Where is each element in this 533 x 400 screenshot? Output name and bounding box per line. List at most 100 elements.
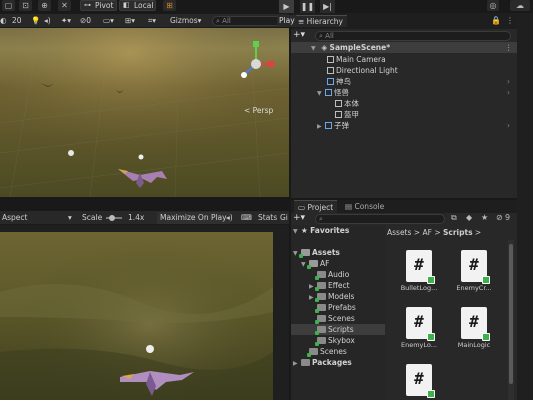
scale-slider-handle[interactable]: [109, 215, 115, 221]
create-asset-button[interactable]: +▾: [293, 213, 305, 223]
hand-tool-icon[interactable]: ▢: [2, 0, 15, 11]
effects-dropdown-icon[interactable]: ✦▾: [61, 15, 71, 27]
game-gizmos-toggle[interactable]: Gi: [280, 212, 288, 224]
folder-item[interactable]: Audio: [315, 269, 349, 280]
script-asset[interactable]: # MainLogic: [452, 307, 496, 349]
main-toolbar: ▢ ⊡ ⊕ ✕ ⊶ Pivot ◧ Local ⊞ ▶ ❚❚ ▶| ◎ ☁: [0, 0, 533, 13]
custom-tool-icon[interactable]: ✕: [58, 0, 71, 11]
keyboard-icon[interactable]: ⌨: [241, 212, 252, 224]
scale-label: Scale: [82, 213, 103, 222]
tab-project[interactable]: ▭ Project: [294, 200, 338, 213]
script-asset[interactable]: # EnemyCr...: [452, 250, 496, 292]
pause-button[interactable]: ❚❚: [300, 0, 315, 13]
step-button[interactable]: ▶|: [320, 0, 335, 13]
star-icon: ★: [301, 226, 311, 235]
hierarchy-item[interactable]: ▶ 子弹 ›: [291, 120, 517, 131]
pivot-toggle[interactable]: ⊶ Pivot: [80, 0, 117, 11]
scale-value: 1.4x: [128, 213, 145, 222]
local-toggle[interactable]: ◧ Local: [119, 0, 156, 11]
chevron-right-icon[interactable]: ›: [507, 87, 510, 98]
favorite-star-icon[interactable]: ★: [481, 213, 488, 222]
lock-icon[interactable]: 🔒: [491, 16, 501, 25]
breadcrumb-current[interactable]: Scripts: [443, 228, 473, 237]
gizmos-dropdown[interactable]: Gizmos▾: [170, 15, 201, 27]
maximize-on-play-toggle[interactable]: Maximize On Play: [157, 212, 230, 224]
camera-settings-icon[interactable]: ▭▾: [103, 15, 114, 27]
hierarchy-item[interactable]: 神鸟 ›: [291, 76, 517, 87]
tab-console[interactable]: ▤ Console: [341, 200, 389, 213]
grid-snap-icon[interactable]: ⊞: [163, 0, 176, 11]
breadcrumb-item[interactable]: AF: [422, 228, 431, 237]
chevron-right-icon[interactable]: ›: [507, 120, 510, 131]
folder-item[interactable]: ▼ Assets: [293, 247, 340, 258]
persp-label[interactable]: < Persp: [244, 106, 273, 115]
play-tab-label[interactable]: Play: [277, 15, 297, 27]
game-viewport[interactable]: [0, 232, 273, 400]
filter-label-icon[interactable]: ◆: [466, 213, 472, 222]
hierarchy-item[interactable]: 本体: [291, 98, 359, 109]
folder-item[interactable]: ▶ Effect: [309, 280, 350, 291]
scene-camera-speed[interactable]: 20: [12, 15, 26, 27]
csharp-script-icon: #: [461, 250, 490, 284]
project-search-input[interactable]: ⌕: [315, 214, 445, 224]
panel-menu-icon[interactable]: ⋮: [506, 16, 514, 25]
stats-toggle[interactable]: Stats: [258, 212, 277, 224]
hierarchy-item[interactable]: Directional Light: [291, 65, 398, 76]
folder-item[interactable]: ▶ Models: [309, 291, 354, 302]
folder-item[interactable]: Prefabs: [315, 302, 356, 313]
tab-hierarchy[interactable]: ≡ Hierarchy: [296, 15, 347, 27]
breadcrumb-item[interactable]: Assets: [387, 228, 411, 237]
game-toolbar: Aspect ▾ Scale 1.4x Maximize On Play ◂) …: [0, 211, 289, 225]
hidden-packages-icon[interactable]: ⊘: [496, 213, 503, 222]
prefab-icon: [325, 89, 332, 96]
aspect-dropdown[interactable]: Aspect: [2, 212, 27, 224]
scrollbar-thumb[interactable]: [509, 244, 513, 384]
collab-icon[interactable]: ◎: [487, 0, 499, 11]
transform-tool-icon[interactable]: ⊕: [38, 0, 51, 11]
mute-audio-icon[interactable]: ◂): [226, 212, 233, 224]
hierarchy-item[interactable]: 盔甲: [291, 109, 359, 120]
view-options-icon[interactable]: ⌗▾: [148, 15, 156, 27]
prefab-icon: [325, 122, 332, 129]
create-button[interactable]: +▾: [293, 30, 305, 40]
script-asset[interactable]: # EnemyLo...: [397, 307, 441, 349]
hierarchy-search-input[interactable]: ⌕ All: [315, 31, 511, 41]
csharp-script-icon: #: [461, 307, 490, 341]
hierarchy-item-scene[interactable]: ▼ ◈ SampleScene* ⋮: [291, 42, 517, 53]
hierarchy-item[interactable]: Main Camera: [291, 54, 386, 65]
folder-icon: [315, 304, 326, 313]
search-icon: ⌕: [319, 32, 323, 40]
script-asset[interactable]: #: [397, 364, 441, 398]
prefab-icon: [327, 78, 334, 85]
favorites-section[interactable]: ▼ ★ Favorites: [293, 225, 349, 236]
folder-item[interactable]: Scenes: [315, 313, 355, 324]
play-button[interactable]: ▶: [279, 0, 294, 13]
grid-dropdown-icon[interactable]: ⊞▾: [125, 15, 135, 27]
folder-item[interactable]: ▼ AF: [301, 258, 329, 269]
collapse-arrow-icon[interactable]: ▶: [317, 121, 325, 132]
scene-menu-icon[interactable]: ⋮: [505, 42, 513, 53]
lighting-toggle-icon[interactable]: 💡: [31, 15, 40, 27]
csharp-script-icon: #: [406, 364, 435, 398]
hierarchy-item[interactable]: ▼ 怪兽 ›: [291, 87, 517, 98]
chevron-right-icon[interactable]: ›: [507, 76, 510, 87]
filter-type-icon[interactable]: ⧉: [451, 213, 457, 223]
cloud-icon[interactable]: ☁: [510, 0, 530, 11]
shading-mode-icon[interactable]: ◐: [0, 15, 9, 27]
folder-item[interactable]: ▶ Packages: [293, 357, 352, 368]
scene-viewport[interactable]: < Persp: [0, 28, 289, 197]
unity-editor: ▢ ⊡ ⊕ ✕ ⊶ Pivot ◧ Local ⊞ ▶ ❚❚ ▶| ◎ ☁ ◐ …: [0, 0, 533, 400]
hidden-objects-icon[interactable]: ⊘0: [80, 15, 91, 27]
folder-icon: [315, 293, 326, 302]
rect-tool-icon[interactable]: ⊡: [19, 0, 32, 11]
folder-icon: [299, 249, 310, 258]
audio-toggle-icon[interactable]: ◂): [44, 15, 51, 27]
folder-item[interactable]: Skybox: [315, 335, 355, 346]
folder-item[interactable]: Scenes: [307, 346, 347, 357]
collapse-arrow-icon: ▶: [293, 360, 298, 367]
script-asset[interactable]: # BulletLog...: [397, 250, 441, 292]
folder-item-selected[interactable]: Scripts: [291, 324, 385, 335]
folder-icon: [315, 271, 326, 280]
folder-icon: [301, 359, 310, 366]
folder-icon: [315, 315, 326, 324]
